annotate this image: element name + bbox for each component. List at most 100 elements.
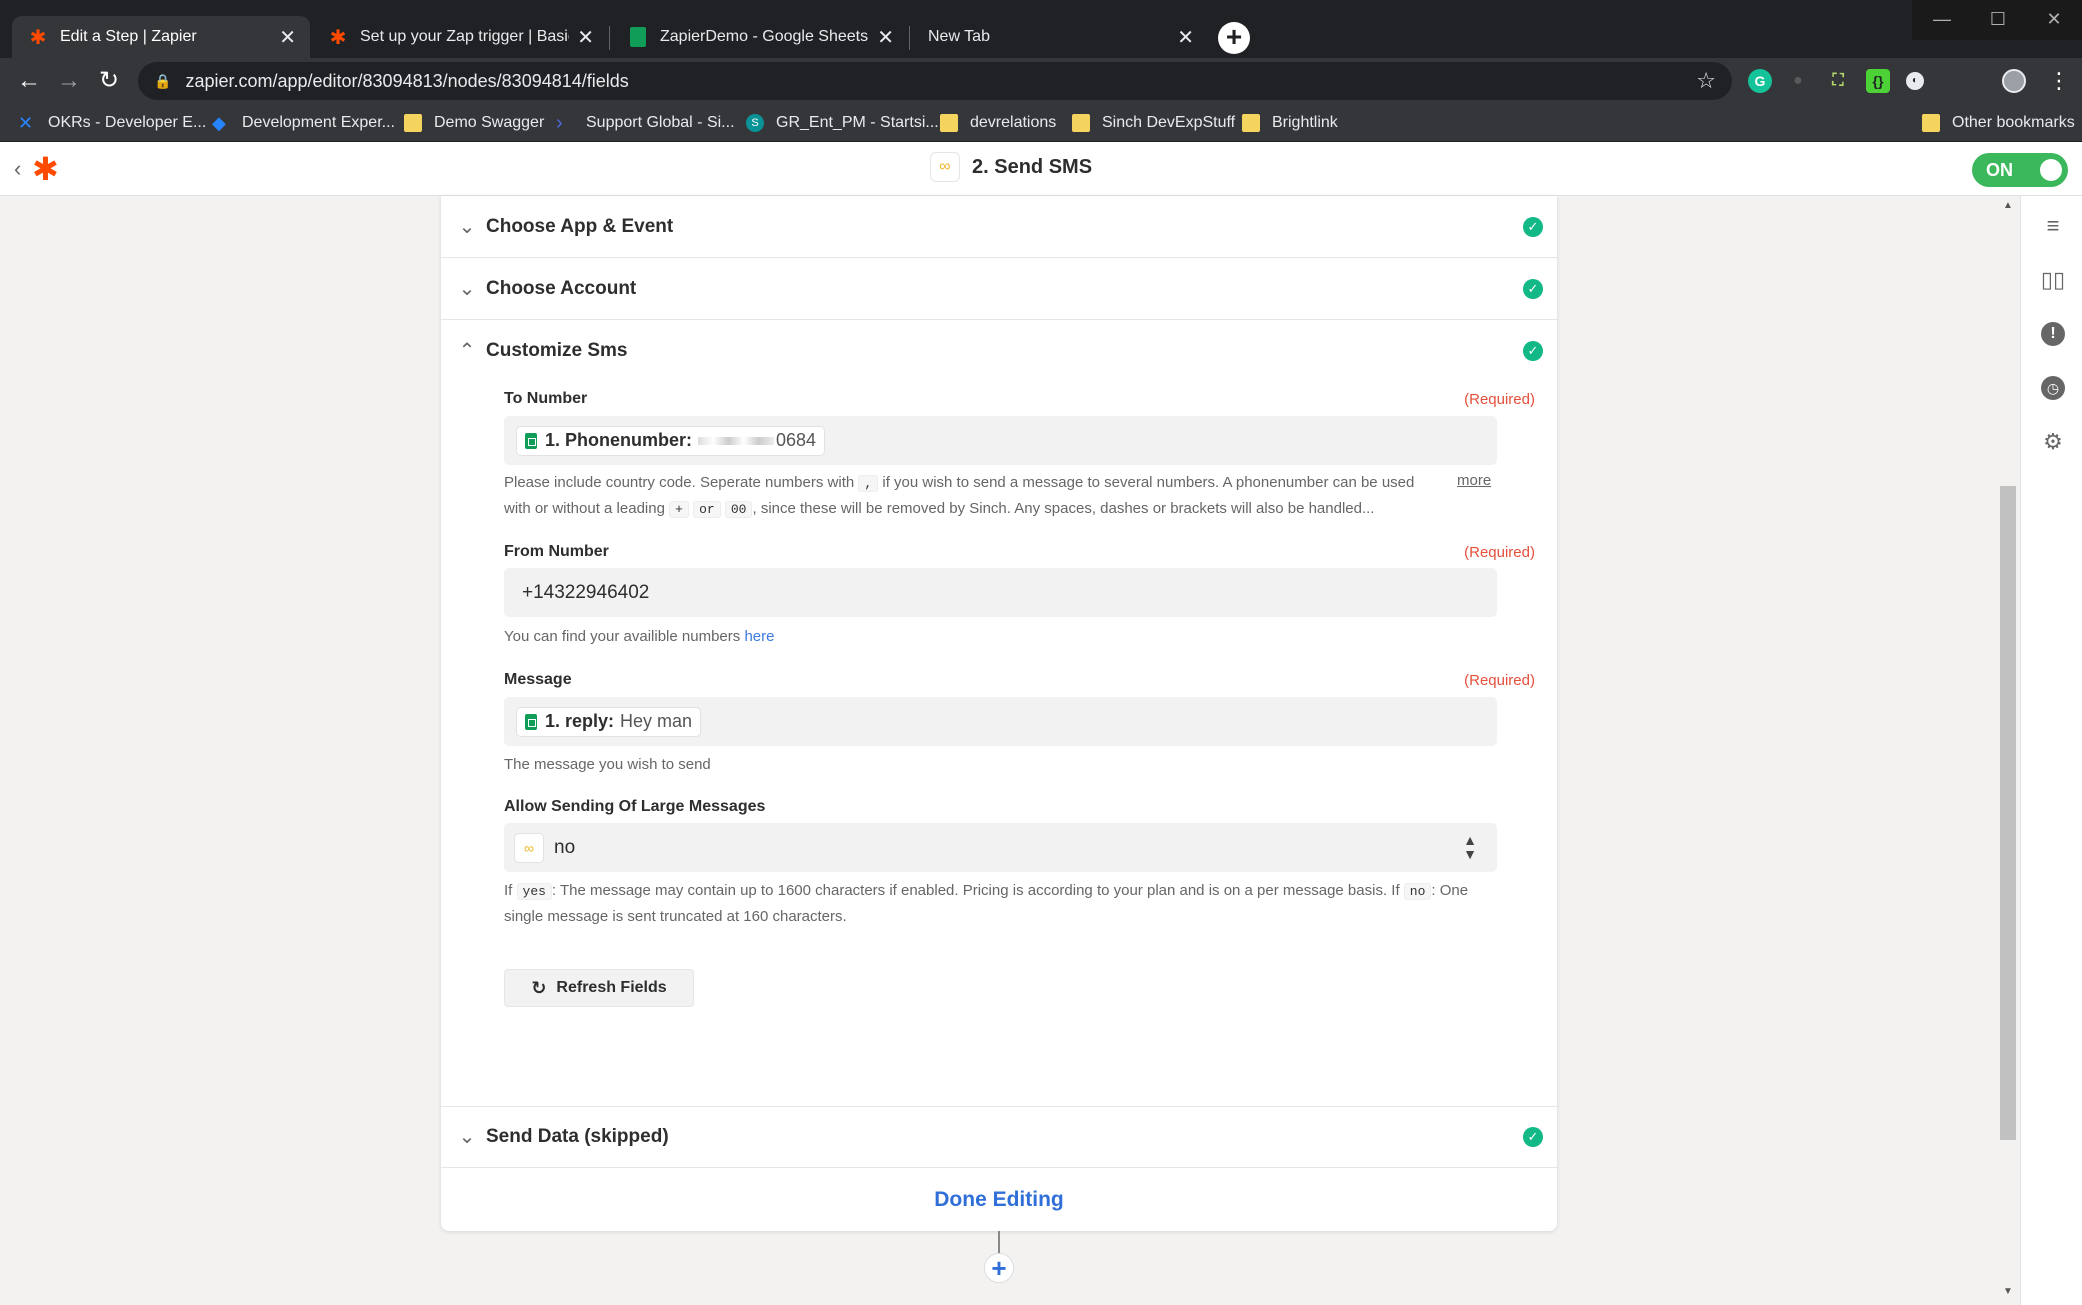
forward-arrow-icon[interactable]: → xyxy=(54,66,84,96)
zapier-favicon-icon: ✱ xyxy=(329,26,347,49)
section-customize-sms[interactable]: ⌃ Customize Sms ✓ xyxy=(441,320,1557,382)
tab-label: ZapierDemo - Google Sheets xyxy=(660,28,869,45)
here-link[interactable]: here xyxy=(744,628,774,645)
refresh-fields-button[interactable]: ↻ Refresh Fields xyxy=(504,969,694,1007)
section-send-data[interactable]: ⌄ Send Data (skipped) ✓ xyxy=(441,1106,1557,1168)
add-step-button[interactable]: + xyxy=(984,1253,1014,1283)
url-text[interactable]: zapier.com/app/editor/83094813/nodes/830… xyxy=(185,71,1696,92)
done-editing-button[interactable]: Done Editing xyxy=(934,1188,1064,1212)
chevron-left-icon[interactable]: ‹ xyxy=(14,156,21,182)
folder-icon xyxy=(940,114,958,132)
field-mapping-pill[interactable]: 1. Phonenumber: 0684 xyxy=(516,425,826,456)
pill-key: 1. reply: xyxy=(545,711,615,731)
zapier-logo-icon[interactable]: ✱ xyxy=(32,152,59,186)
tab-label: New Tab xyxy=(928,28,990,45)
more-menu-icon[interactable]: ⋮ xyxy=(2044,66,2074,96)
reload-icon[interactable]: ↻ xyxy=(94,66,124,96)
large-messages-select[interactable]: ∞ no ▲ ▼ xyxy=(504,823,1497,872)
tab-label: Edit a Step | Zapier xyxy=(60,28,197,45)
scrollbar-thumb[interactable] xyxy=(2000,486,2016,1140)
check-circle-icon: ✓ xyxy=(1523,278,1543,299)
folder-icon xyxy=(1922,114,1940,132)
more-link[interactable]: more xyxy=(1457,472,1491,489)
bookmark-label: Brightlink xyxy=(1272,114,1338,131)
pill-key: 1. Phonenumber: xyxy=(545,430,693,450)
alert-icon[interactable]: ! xyxy=(2033,314,2073,354)
lock-icon: 🔒 xyxy=(154,72,172,89)
bookmark-item[interactable]: › Support Global - Si... xyxy=(556,111,735,135)
large-messages-label: Allow Sending Of Large Messages xyxy=(504,798,766,815)
step-title: 2. Send SMS xyxy=(972,155,1093,178)
help-text-part: , since these will be removed by Sinch. … xyxy=(752,500,1375,517)
back-arrow-icon[interactable]: ← xyxy=(14,66,44,96)
minimize-icon[interactable]: — xyxy=(1912,0,1972,38)
close-icon[interactable]: ✕ xyxy=(1177,25,1194,50)
extension-icon[interactable]: ● xyxy=(1786,69,1810,93)
bookmark-item[interactable]: devrelations xyxy=(940,111,1056,135)
bookmarks-bar: ✕ OKRs - Developer E... ◆ Development Ex… xyxy=(0,104,2082,142)
bookmark-item[interactable]: S GR_Ent_PM - Startsi... xyxy=(746,111,939,135)
window-close-icon[interactable]: ✕ xyxy=(2024,0,2082,38)
other-bookmarks[interactable]: Other bookmarks xyxy=(1922,111,2075,135)
close-icon[interactable]: ✕ xyxy=(877,25,894,50)
tab-google-sheets[interactable]: ZapierDemo - Google Sheets ✕ xyxy=(612,16,908,58)
check-circle-icon: ✓ xyxy=(1523,1127,1543,1147)
confluence-icon: ✕ xyxy=(18,113,34,133)
zap-on-toggle[interactable]: ON xyxy=(1972,153,2068,187)
outline-icon[interactable]: ≡ xyxy=(2033,206,2073,246)
new-tab-button[interactable]: + xyxy=(1218,22,1250,54)
maximize-icon[interactable]: ☐ xyxy=(1968,0,2028,38)
tab-edit-step[interactable]: ✱ Edit a Step | Zapier ✕ xyxy=(12,16,310,58)
bookmark-item[interactable]: ✕ OKRs - Developer E... xyxy=(18,111,206,135)
bookmark-item[interactable]: ◆ Development Exper... xyxy=(212,111,395,135)
chevron-up-icon: ⌃ xyxy=(458,340,476,362)
tab-label: Set up your Zap trigger | Basics o xyxy=(360,28,569,45)
large-messages-help: If yes: The message may contain up to 16… xyxy=(504,878,1497,929)
folder-icon xyxy=(1072,114,1090,132)
from-number-label: From Number xyxy=(504,543,609,560)
tab-divider xyxy=(609,26,610,50)
scroll-down-icon[interactable]: ▼ xyxy=(2000,1286,2016,1297)
extension-icon[interactable]: {} xyxy=(1866,69,1890,93)
history-clock-icon[interactable]: ◷ xyxy=(2033,368,2073,408)
check-circle-icon: ✓ xyxy=(1523,216,1543,237)
section-title: Customize Sms xyxy=(486,340,628,361)
to-number-field[interactable]: 1. Phonenumber: 0684 xyxy=(504,416,1497,465)
bookmark-label: devrelations xyxy=(970,114,1057,131)
message-field[interactable]: 1. reply: Hey man xyxy=(504,697,1497,746)
section-title: Choose App & Event xyxy=(486,215,674,237)
from-number-field[interactable]: +14322946402 xyxy=(504,568,1497,617)
bookmark-item[interactable]: Brightlink xyxy=(1242,111,1338,135)
section-choose-account[interactable]: ⌄ Choose Account ✓ xyxy=(441,258,1557,320)
guide-book-icon[interactable]: ▯▯ xyxy=(2033,260,2073,300)
section-choose-app[interactable]: ⌄ Choose App & Event ✓ xyxy=(441,196,1557,258)
screenshot-extension-icon[interactable]: ⛶ xyxy=(1826,69,1850,93)
step-editor-card: ⌄ Choose App & Event ✓ ⌄ Choose Account … xyxy=(441,196,1557,1231)
scroll-up-icon[interactable]: ▲ xyxy=(2000,200,2016,211)
to-number-help: Please include country code. Seperate nu… xyxy=(504,470,1444,522)
to-number-label: To Number xyxy=(504,390,588,407)
done-row: Done Editing xyxy=(441,1168,1557,1231)
bookmark-item[interactable]: Sinch DevExpStuff xyxy=(1072,111,1235,135)
settings-gear-icon[interactable]: ⚙ xyxy=(2033,422,2073,462)
select-arrows-icon: ▲ ▼ xyxy=(1463,832,1477,862)
close-icon[interactable]: ✕ xyxy=(577,25,594,50)
address-bar[interactable]: 🔒 zapier.com/app/editor/83094813/nodes/8… xyxy=(138,62,1732,100)
chevron-down-icon: ⌄ xyxy=(458,277,476,300)
tab-setup-trigger[interactable]: ✱ Set up your Zap trigger | Basics o ✕ xyxy=(312,16,608,58)
required-marker: (Required) xyxy=(1464,391,1535,408)
tab-new-tab[interactable]: New Tab ✕ xyxy=(912,16,1208,58)
grammarly-extension-icon[interactable]: G xyxy=(1748,69,1772,93)
close-icon[interactable]: ✕ xyxy=(279,25,296,50)
bookmark-star-icon[interactable]: ☆ xyxy=(1696,68,1716,94)
section-title: Send Data (skipped) xyxy=(486,1126,669,1147)
field-mapping-pill[interactable]: 1. reply: Hey man xyxy=(516,706,702,737)
sinch-app-icon: ∞ xyxy=(514,832,544,863)
avatar[interactable] xyxy=(2002,69,2026,93)
jira-icon: ◆ xyxy=(212,113,226,133)
editor-header: ‹ ✱ ∞ 2. Send SMS ON xyxy=(0,142,2082,196)
inline-code: no xyxy=(1403,883,1432,900)
extension-icon[interactable]: ◐ xyxy=(1906,72,1924,90)
help-text-part: Please include country code. Seperate nu… xyxy=(504,474,855,491)
bookmark-item[interactable]: Demo Swagger xyxy=(404,111,544,135)
